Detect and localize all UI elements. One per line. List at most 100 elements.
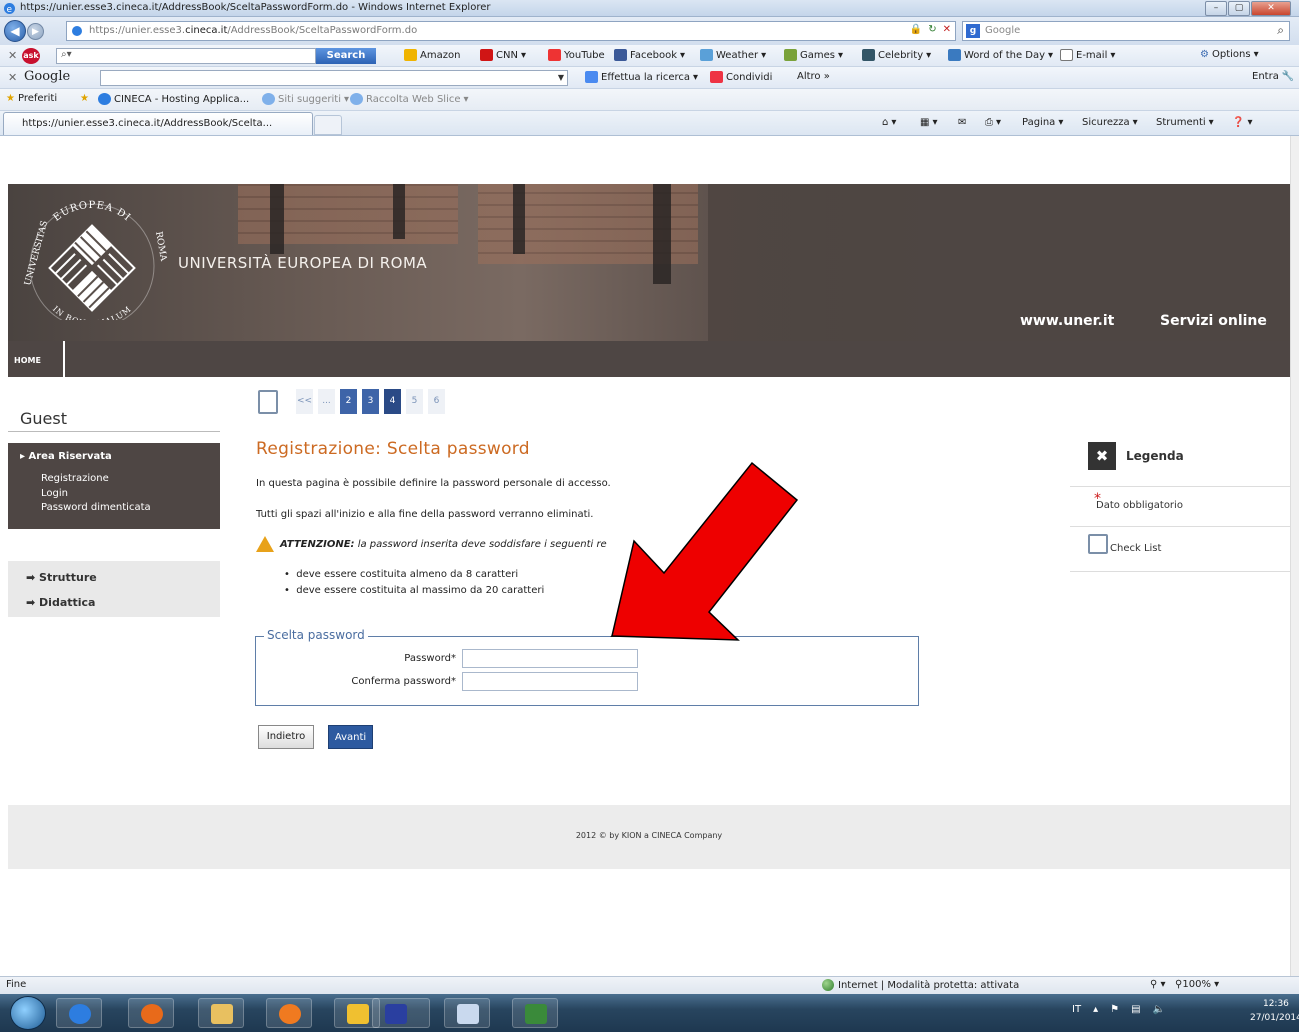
security-zone[interactable]: Internet | Modalità protetta: attivata — [822, 979, 1019, 991]
internet-explorer-icon: e — [4, 3, 15, 15]
sidebar-item-password-dimenticata[interactable]: Password dimenticata — [41, 502, 151, 513]
taskbar-media[interactable] — [266, 998, 312, 1028]
confirm-password-input[interactable] — [462, 672, 638, 691]
new-tab-button[interactable] — [314, 115, 342, 135]
refresh-icon[interactable]: ↻ — [928, 24, 936, 35]
security-cmd[interactable]: Sicurezza ▾ — [1082, 117, 1138, 128]
minimize-button[interactable]: – — [1205, 1, 1227, 16]
ask-search-button[interactable]: Search — [316, 48, 376, 64]
uner-link[interactable]: www.uner.it — [1020, 313, 1114, 329]
flag-icon[interactable]: ⚑ — [1110, 1004, 1119, 1015]
google-share-button[interactable]: Condividi — [710, 71, 772, 83]
back-button[interactable]: Indietro — [258, 725, 314, 749]
toolbar-item-cnn[interactable]: CNN ▾ — [480, 49, 526, 61]
language-indicator[interactable]: IT — [1072, 1004, 1081, 1015]
address-input[interactable]: https://unier.esse3.cineca.it/AddressBoo… — [66, 21, 956, 41]
close-window-button[interactable]: ✕ — [1251, 1, 1291, 16]
stop-icon[interactable]: ✕ — [943, 24, 951, 35]
tab-current[interactable]: https://unier.esse3.cineca.it/AddressBoo… — [3, 112, 313, 135]
favorite-webslice[interactable]: Raccolta Web Slice ▾ — [350, 93, 469, 105]
lock-icon[interactable]: 🔒 — [910, 24, 922, 35]
checklist-book-icon[interactable] — [258, 389, 278, 414]
taskbar-ie[interactable] — [56, 998, 102, 1028]
address-bar-row: ◀ ▶ https://unier.esse3.cineca.it/Addres… — [0, 17, 1299, 45]
toolbar-item-word-of-day[interactable]: Word of the Day ▾ — [948, 49, 1053, 61]
forward-nav-button[interactable]: ▶ — [27, 23, 44, 40]
volume-icon[interactable]: 🔈 — [1153, 1004, 1165, 1015]
google-search-button[interactable]: Effettua la ricerca ▾ — [585, 71, 698, 83]
start-button[interactable] — [10, 996, 46, 1030]
step-pager: << ... 2 3 4 5 6 — [258, 389, 450, 414]
toolbar-item-amazon[interactable]: Amazon — [404, 49, 460, 61]
maximize-button[interactable]: ▢ — [1228, 1, 1250, 16]
system-tray: IT ▴ ⚑ ▤ 🔈 — [1072, 1004, 1165, 1015]
pager-first[interactable]: << — [296, 389, 313, 414]
taskbar-explorer[interactable] — [198, 998, 244, 1028]
facebook-icon — [614, 49, 627, 61]
home-cmd[interactable]: ⌂ ▾ — [882, 117, 896, 128]
toolbar-item-email[interactable]: E-mail ▾ — [1060, 49, 1115, 61]
help-cmd[interactable]: ❓ ▾ — [1232, 117, 1252, 128]
network-icon[interactable]: ▤ — [1131, 1004, 1140, 1015]
sidebar-item-registrazione[interactable]: Registrazione — [41, 473, 109, 484]
sidebar-item-didattica[interactable]: ➡ Didattica — [26, 596, 95, 609]
feeds-cmd[interactable]: ▦ ▾ — [920, 117, 937, 128]
banner-post — [653, 184, 671, 284]
ask-search-input[interactable]: ⌕▾ — [56, 48, 316, 64]
page-cmd[interactable]: Pagina ▾ — [1022, 117, 1063, 128]
google-search-input[interactable]: ▼ — [100, 70, 568, 86]
zoom-level[interactable]: ⚲ ▾ ⚲100% ▾ — [1150, 979, 1219, 990]
google-more-button[interactable]: Altro » — [797, 71, 830, 82]
taskbar-excel[interactable] — [512, 998, 558, 1028]
cnn-icon — [480, 49, 493, 61]
mail-cmd[interactable]: ✉ — [958, 117, 966, 128]
ie-page-icon — [98, 93, 111, 105]
add-favorite-icon[interactable]: ★ — [80, 93, 89, 104]
toolbar-options[interactable]: ⚙ Options ▾ — [1200, 49, 1259, 60]
favorite-cineca[interactable]: CINECA - Hosting Applica... — [98, 93, 249, 105]
divider — [8, 431, 220, 432]
system-clock[interactable]: 12:36 27/01/2014 — [1250, 997, 1299, 1025]
next-button[interactable]: Avanti — [328, 725, 373, 749]
taskbar-document[interactable] — [444, 998, 490, 1028]
tab-row: https://unier.esse3.cineca.it/AddressBoo… — [0, 111, 1299, 136]
toolbar-item-facebook[interactable]: Facebook ▾ — [614, 49, 685, 61]
help-icon: ❓ — [1232, 117, 1245, 128]
dropdown-icon[interactable]: ▼ — [558, 73, 564, 82]
close-google-toolbar-icon[interactable]: ✕ — [8, 71, 17, 84]
password-input[interactable] — [462, 649, 638, 668]
sidebar-item-strutture[interactable]: ➡ Strutture — [26, 571, 97, 584]
sidebar-area-head[interactable]: ▸ Area Riservata — [20, 451, 112, 462]
search-box[interactable]: g Google ⌕ — [962, 21, 1290, 41]
tools-cmd[interactable]: Strumenti ▾ — [1156, 117, 1214, 128]
back-nav-button[interactable]: ◀ — [4, 20, 26, 42]
taskbar-firefox[interactable] — [128, 998, 174, 1028]
pager-step-2[interactable]: 2 — [340, 389, 357, 414]
password-label: Password* — [404, 653, 456, 664]
favorites-button[interactable]: ★ Preferiti — [6, 93, 57, 104]
toolbar-item-celebrity[interactable]: Celebrity ▾ — [862, 49, 931, 61]
google-signin-button[interactable]: Entra 🔧 — [1252, 71, 1294, 82]
toolbar-item-youtube[interactable]: YouTube — [548, 49, 605, 61]
youtube-icon — [548, 49, 561, 61]
print-cmd[interactable]: ⎙ ▾ — [985, 117, 1001, 128]
tray-expand-icon[interactable]: ▴ — [1093, 1004, 1098, 1015]
menu-home[interactable]: HOME — [8, 341, 65, 377]
servizi-online-link[interactable]: Servizi online — [1160, 313, 1267, 329]
fieldset-legend: Scelta password — [264, 628, 368, 642]
favorite-suggested[interactable]: Siti suggeriti ▾ — [262, 93, 349, 105]
status-text: Fine — [6, 979, 27, 990]
search-icon[interactable]: ⌕ — [1277, 23, 1284, 38]
back-arrow-icon: ◀ — [10, 24, 20, 38]
svg-text:e: e — [7, 5, 13, 15]
vertical-scrollbar[interactable] — [1290, 136, 1299, 976]
sidebar-item-login[interactable]: Login — [41, 488, 68, 499]
taskbar-library[interactable] — [372, 998, 430, 1028]
toolbar-item-weather[interactable]: Weather ▾ — [700, 49, 766, 61]
close-toolbar-icon[interactable]: ✕ — [8, 49, 17, 62]
pager-step-3[interactable]: 3 — [362, 389, 379, 414]
folder-icon — [211, 1004, 233, 1024]
google-search-icon — [585, 71, 598, 83]
legend-checklist[interactable]: Check List — [1088, 534, 1161, 554]
toolbar-item-games[interactable]: Games ▾ — [784, 49, 843, 61]
